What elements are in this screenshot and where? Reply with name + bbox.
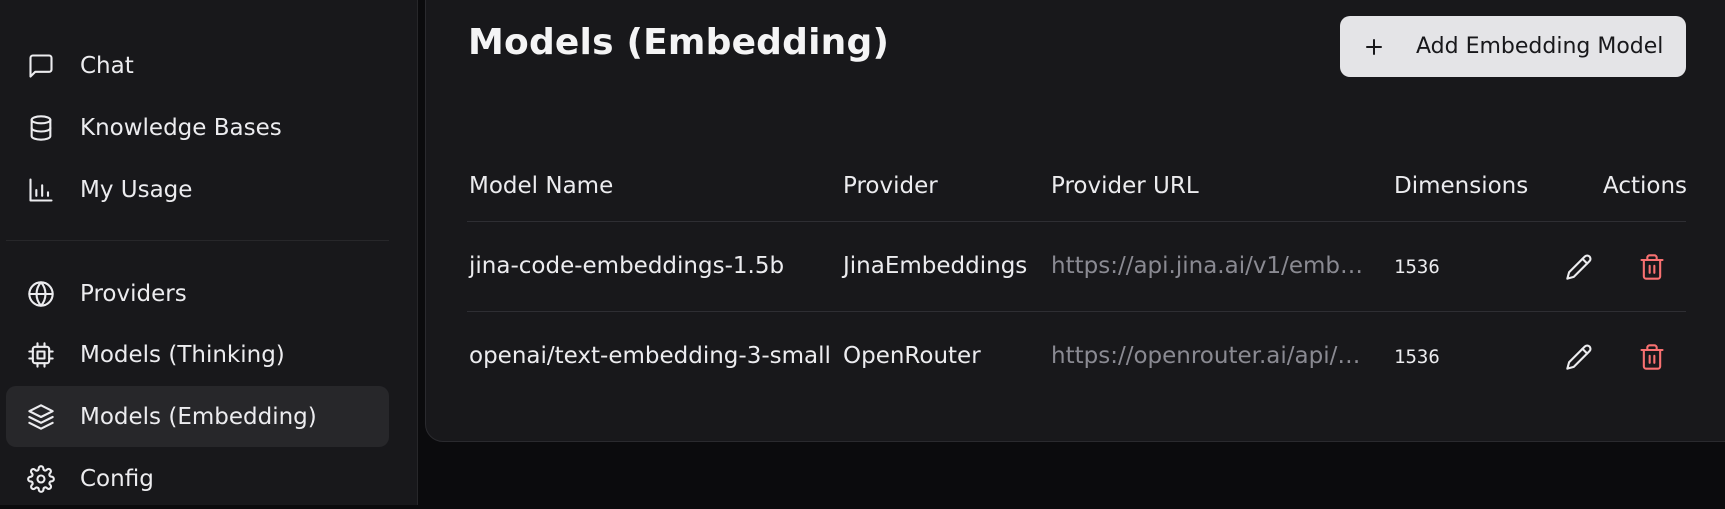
sidebar-item-label: Providers	[80, 280, 187, 307]
sidebar-item-models-embedding[interactable]: Models (Embedding)	[6, 386, 389, 447]
sidebar-item-label: Config	[80, 465, 154, 492]
column-header-model-name: Model Name	[469, 173, 614, 199]
sidebar-divider	[6, 240, 389, 241]
sidebar-item-label: My Usage	[80, 176, 193, 203]
cell-dimensions: 1536	[1394, 346, 1440, 368]
sidebar-item-label: Models (Embedding)	[80, 403, 317, 430]
message-square-icon	[26, 51, 56, 81]
sidebar-item-label: Models (Thinking)	[80, 341, 285, 368]
add-embedding-model-button[interactable]: Add Embedding Model	[1340, 16, 1686, 77]
add-button-label: Add Embedding Model	[1416, 34, 1664, 59]
sidebar-item-providers[interactable]: Providers	[6, 263, 389, 324]
trash-icon[interactable]	[1637, 342, 1667, 372]
edit-icon[interactable]	[1564, 252, 1594, 282]
cell-model-name: openai/text-embedding-3-small	[469, 343, 831, 369]
cell-dimensions: 1536	[1394, 256, 1440, 278]
column-header-dimensions: Dimensions	[1394, 173, 1529, 199]
column-header-actions: Actions	[1603, 173, 1688, 199]
sidebar: Chat Knowledge Bases My Usage Providers …	[0, 0, 418, 505]
trash-icon[interactable]	[1637, 252, 1667, 282]
cell-model-name: jina-code-embeddings-1.5b	[469, 253, 785, 279]
page-title: Models (Embedding)	[468, 22, 890, 63]
header-divider	[467, 221, 1686, 222]
database-icon	[26, 113, 56, 143]
cell-provider-url: https://openrouter.ai/api/v1	[1051, 343, 1363, 369]
sidebar-item-label: Knowledge Bases	[80, 114, 282, 141]
bar-chart-icon	[26, 175, 56, 205]
cell-provider: JinaEmbeddings	[843, 253, 1028, 279]
layers-icon	[26, 402, 56, 432]
cpu-icon	[26, 340, 56, 370]
edit-icon[interactable]	[1564, 342, 1594, 372]
plus-icon	[1362, 35, 1386, 59]
cell-provider: OpenRouter	[843, 343, 981, 369]
sidebar-item-knowledge-bases[interactable]: Knowledge Bases	[6, 97, 389, 158]
sidebar-item-config[interactable]: Config	[6, 448, 389, 509]
sidebar-item-label: Chat	[80, 52, 134, 79]
cell-provider-url: https://api.jina.ai/v1/embe…	[1051, 253, 1363, 279]
row-divider	[467, 311, 1686, 312]
column-header-provider: Provider	[843, 173, 938, 199]
sidebar-item-models-thinking[interactable]: Models (Thinking)	[6, 324, 389, 385]
globe-icon	[26, 279, 56, 309]
sidebar-item-my-usage[interactable]: My Usage	[6, 159, 389, 220]
sidebar-item-chat[interactable]: Chat	[6, 35, 389, 96]
column-header-provider-url: Provider URL	[1051, 173, 1199, 199]
gear-icon	[26, 464, 56, 494]
